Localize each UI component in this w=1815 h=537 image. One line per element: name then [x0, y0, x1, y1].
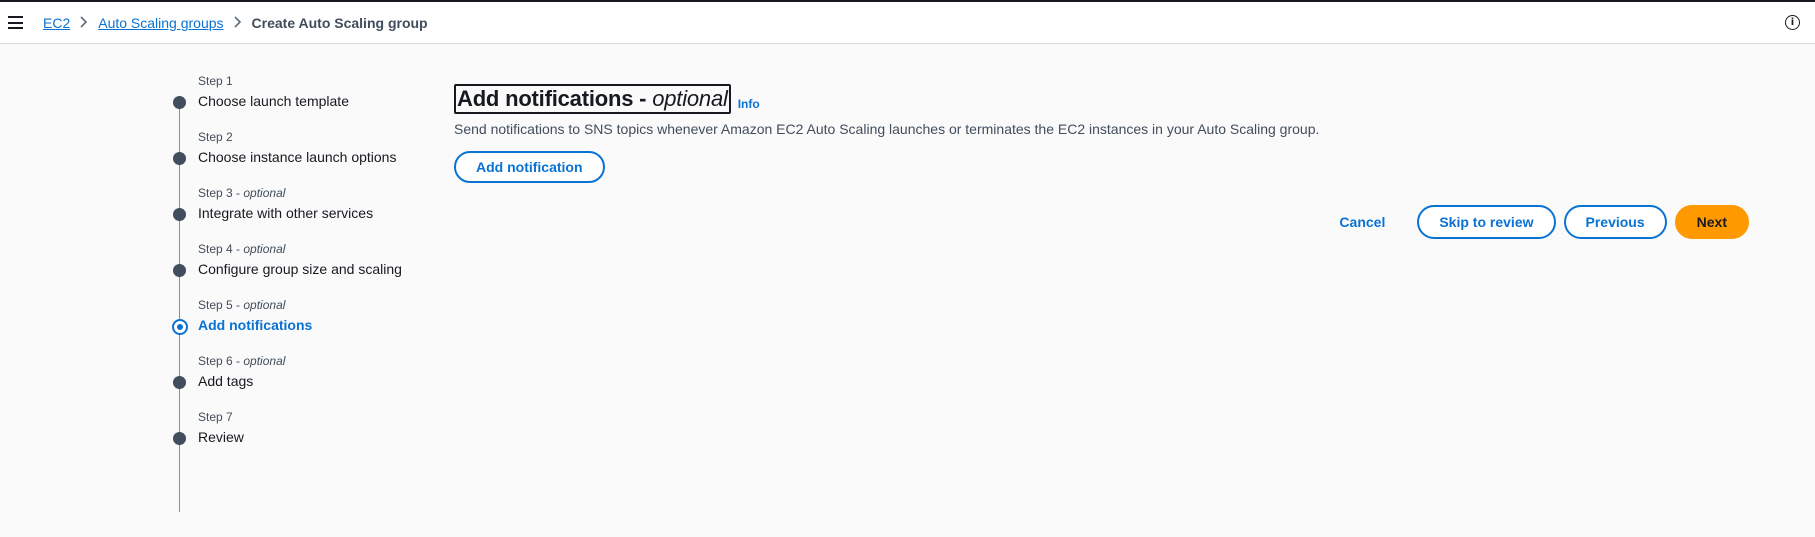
step-7: Step 7 Review — [170, 410, 430, 466]
step-number-label: Step 7 — [198, 410, 233, 424]
info-icon[interactable]: i — [1785, 15, 1800, 30]
breadcrumb-auto-scaling-groups-link[interactable]: Auto Scaling groups — [98, 15, 223, 31]
step-number-label: Step 3 - optional — [198, 186, 286, 200]
breadcrumb-current: Create Auto Scaling group — [251, 15, 428, 31]
breadcrumb-ec2-link[interactable]: EC2 — [43, 15, 70, 31]
chevron-right-icon — [76, 15, 92, 31]
step-title-link[interactable]: Choose launch template — [198, 93, 349, 109]
step-6: Step 6 - optional Add tags — [170, 354, 430, 410]
previous-button[interactable]: Previous — [1563, 205, 1667, 239]
step-indicator-dot — [173, 432, 186, 445]
step-title-link[interactable]: Integrate with other services — [198, 205, 373, 221]
step-indicator-dot — [173, 208, 186, 221]
step-title-current: Add notifications — [198, 317, 313, 333]
step-4: Step 4 - optional Configure group size a… — [170, 242, 430, 298]
top-navigation-bar: EC2 Auto Scaling groups Create Auto Scal… — [0, 0, 1815, 44]
step-indicator-dot — [173, 152, 186, 165]
menu-icon[interactable] — [8, 16, 23, 29]
next-button[interactable]: Next — [1674, 205, 1749, 239]
add-notification-button[interactable]: Add notification — [454, 151, 605, 183]
step-indicator-dot-active — [171, 318, 188, 335]
step-title-link[interactable]: Review — [198, 429, 244, 445]
heading-row: Add notifications - optional Info — [454, 84, 1319, 114]
step-title-link[interactable]: Add tags — [198, 373, 253, 389]
main-content: Add notifications - optional Info Send n… — [454, 84, 1319, 183]
step-indicator-dot — [173, 376, 186, 389]
step-5-active: Step 5 - optional Add notifications — [170, 298, 430, 354]
step-number-label: Step 5 - optional — [198, 298, 286, 312]
step-title-link[interactable]: Configure group size and scaling — [198, 261, 402, 277]
page-title: Add notifications - optional — [454, 84, 731, 114]
wizard-actions: Cancel Skip to review Previous Next — [1311, 205, 1749, 239]
breadcrumb: EC2 Auto Scaling groups Create Auto Scal… — [43, 15, 428, 31]
step-2: Step 2 Choose instance launch options — [170, 130, 430, 186]
step-number-label: Step 4 - optional — [198, 242, 286, 256]
step-number-label: Step 2 — [198, 130, 233, 144]
step-title-link[interactable]: Choose instance launch options — [198, 149, 396, 165]
page-description: Send notifications to SNS topics wheneve… — [454, 121, 1320, 137]
skip-to-review-button[interactable]: Skip to review — [1417, 205, 1556, 239]
step-indicator-dot — [173, 264, 186, 277]
step-3: Step 3 - optional Integrate with other s… — [170, 186, 430, 242]
step-number-label: Step 1 — [198, 74, 233, 88]
cancel-button[interactable]: Cancel — [1319, 207, 1405, 237]
step-number-label: Step 6 - optional — [198, 354, 286, 368]
step-1: Step 1 Choose launch template — [170, 74, 430, 130]
wizard-steps: Step 1 Choose launch template Step 2 Cho… — [170, 74, 430, 512]
step-indicator-dot — [173, 96, 186, 109]
info-link[interactable]: Info — [738, 97, 760, 111]
chevron-right-icon — [230, 15, 246, 31]
